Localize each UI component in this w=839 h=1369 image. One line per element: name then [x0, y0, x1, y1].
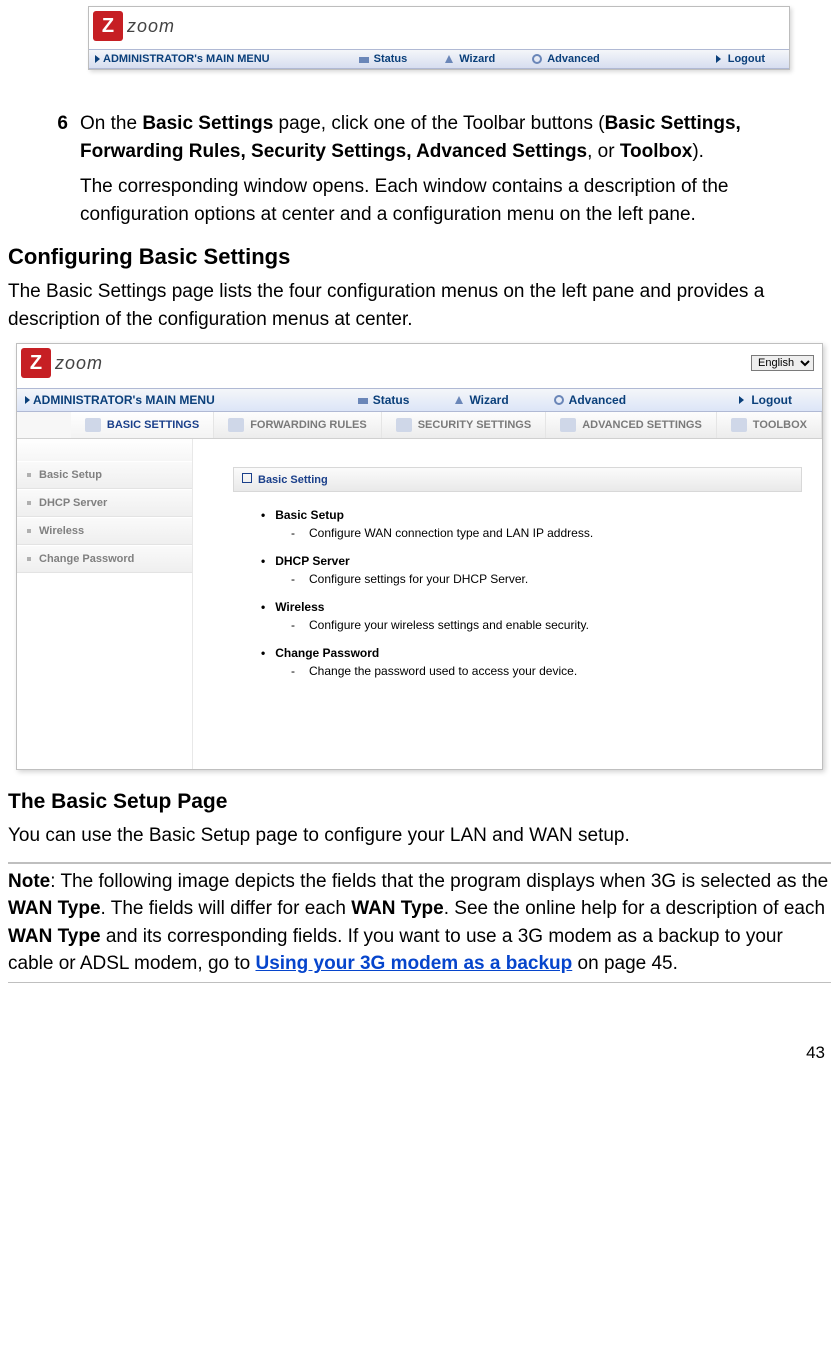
panel-topbar: Z zoom English	[17, 344, 822, 388]
step-number: 6	[8, 110, 80, 138]
tri-icon	[739, 396, 744, 404]
heading-basic-setup-page: The Basic Setup Page	[8, 790, 831, 814]
advanced-icon	[531, 53, 543, 65]
tab-toolbox[interactable]: TOOLBOX	[717, 412, 822, 438]
tri-icon	[95, 55, 100, 63]
tri-icon	[25, 396, 30, 404]
toolbar-tabs: BASIC SETTINGS FORWARDING RULES SECURITY…	[17, 412, 822, 439]
step-6: 6 On the Basic Settings page, click one …	[8, 110, 831, 165]
desc-dhcp-server: DHCP Server Configure settings for your …	[261, 554, 792, 586]
link-3g-backup[interactable]: Using your 3G modem as a backup	[255, 953, 572, 974]
page-number: 43	[0, 983, 839, 1075]
logo-text: zoom	[55, 353, 103, 374]
left-item-basic-setup[interactable]: Basic Setup	[17, 461, 192, 489]
menu-advanced[interactable]: Advanced	[513, 53, 618, 65]
heading-configuring-basic-settings: Configuring Basic Settings	[8, 244, 831, 270]
note-paragraph: Note: The following image depicts the fi…	[8, 868, 831, 978]
screenshot-basic-settings: Z zoom English ADMINISTRATOR's MAIN MENU…	[16, 343, 823, 770]
para-basic-settings-desc: The Basic Settings page lists the four c…	[8, 278, 831, 333]
left-item-change-password[interactable]: Change Password	[17, 545, 192, 573]
tab-forwarding-rules[interactable]: FORWARDING RULES	[214, 412, 382, 438]
tab-security-settings[interactable]: SECURITY SETTINGS	[382, 412, 546, 438]
menu-main-label[interactable]: ADMINISTRATOR's MAIN MENU	[33, 393, 215, 407]
advanced-settings-icon	[560, 418, 576, 432]
desc-wireless: Wireless Configure your wireless setting…	[261, 600, 792, 632]
center-description: Basic Setting Basic Setup Configure WAN …	[193, 439, 822, 769]
basic-settings-icon	[85, 418, 101, 432]
tri-icon	[716, 55, 721, 63]
menu-main-label[interactable]: ADMINISTRATOR's MAIN MENU	[103, 53, 300, 65]
status-icon	[358, 53, 370, 65]
admin-menubar-1: ADMINISTRATOR's MAIN MENU Status Wizard …	[89, 49, 789, 69]
tab-basic-settings[interactable]: BASIC SETTINGS	[71, 412, 214, 438]
tab-advanced-settings[interactable]: ADVANCED SETTINGS	[546, 412, 717, 438]
menu-status[interactable]: Status	[335, 393, 432, 407]
logo-row: Z zoom	[89, 7, 789, 49]
panel-header-basic-setting: Basic Setting	[233, 467, 802, 492]
admin-menubar-2: ADMINISTRATOR's MAIN MENU Status Wizard …	[17, 388, 822, 412]
advanced-icon	[553, 394, 565, 406]
logo-badge: Z	[21, 348, 51, 378]
desc-change-password: Change Password Change the password used…	[261, 646, 792, 678]
menu-wizard[interactable]: Wizard	[431, 393, 530, 407]
left-item-dhcp-server[interactable]: DHCP Server	[17, 489, 192, 517]
menu-advanced[interactable]: Advanced	[531, 393, 648, 407]
desc-basic-setup: Basic Setup Configure WAN connection typ…	[261, 508, 792, 540]
divider	[8, 862, 831, 864]
security-icon	[396, 418, 412, 432]
left-item-wireless[interactable]: Wireless	[17, 517, 192, 545]
step-6-para2: The corresponding window opens. Each win…	[80, 173, 831, 228]
para-basic-setup-page: You can use the Basic Setup page to conf…	[8, 822, 831, 850]
forwarding-icon	[228, 418, 244, 432]
menu-logout[interactable]: Logout	[717, 393, 814, 407]
status-icon	[357, 394, 369, 406]
logo-badge: Z	[93, 11, 123, 41]
screenshot-top-menu: Z zoom ADMINISTRATOR's MAIN MENU Status …	[88, 6, 790, 70]
menu-logout[interactable]: Logout	[698, 53, 783, 65]
wizard-icon	[453, 394, 465, 406]
toolbox-icon	[731, 418, 747, 432]
language-select[interactable]: English	[751, 355, 814, 371]
logo-text: zoom	[127, 16, 175, 37]
menu-status[interactable]: Status	[340, 53, 426, 65]
menu-wizard[interactable]: Wizard	[425, 53, 513, 65]
wizard-icon	[443, 53, 455, 65]
left-config-menu: Basic Setup DHCP Server Wireless Change …	[17, 439, 193, 769]
step-text: On the Basic Settings page, click one of…	[80, 110, 831, 165]
